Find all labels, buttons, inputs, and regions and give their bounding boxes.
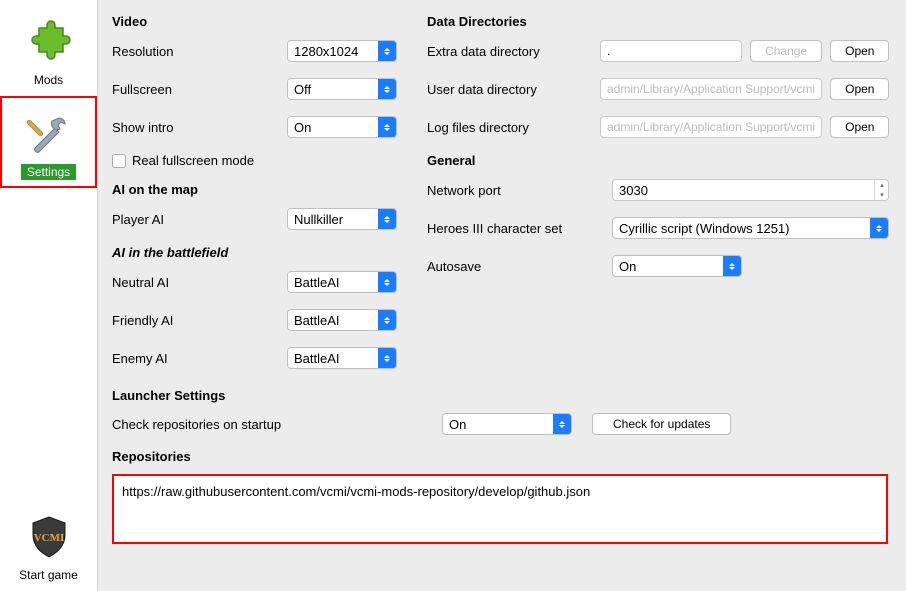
chevron-updown-icon [378, 348, 396, 368]
main-panel: Video Resolution 1280x1024 Fullscreen Of… [98, 0, 906, 591]
check-repos-select[interactable]: On [442, 413, 572, 435]
sidebar-item-mods[interactable]: Mods [0, 4, 97, 96]
enemy-ai-label: Enemy AI [112, 351, 287, 366]
ai-map-title: AI on the map [112, 182, 397, 197]
port-stepper[interactable]: ▴ ▾ [874, 180, 888, 200]
sidebar-item-start-game[interactable]: VCMI Start game [0, 499, 97, 591]
sidebar-item-label: Settings [21, 164, 76, 180]
neutral-ai-select[interactable]: BattleAI [287, 271, 397, 293]
extra-dir-input[interactable]: . [600, 40, 742, 62]
fullscreen-label: Fullscreen [112, 82, 287, 97]
open-button-log[interactable]: Open [830, 116, 889, 138]
check-repos-label: Check repositories on startup [112, 417, 422, 432]
tools-icon [19, 106, 79, 162]
log-dir-label: Log files directory [427, 120, 592, 135]
chevron-updown-icon [870, 218, 888, 238]
svg-text:VCMI: VCMI [33, 532, 64, 544]
neutral-ai-label: Neutral AI [112, 275, 287, 290]
open-button-extra[interactable]: Open [830, 40, 889, 62]
real-fullscreen-label: Real fullscreen mode [132, 153, 254, 168]
sidebar-item-label: Start game [13, 567, 84, 583]
chevron-updown-icon [378, 41, 396, 61]
general-title: General [427, 153, 889, 168]
charset-select[interactable]: Cyrillic script (Windows 1251) [612, 217, 889, 239]
sidebar-item-settings[interactable]: Settings [0, 96, 97, 188]
video-title: Video [112, 14, 397, 29]
enemy-ai-select[interactable]: BattleAI [287, 347, 397, 369]
chevron-down-icon: ▾ [875, 190, 888, 200]
launcher-title: Launcher Settings [112, 388, 888, 403]
real-fullscreen-checkbox[interactable] [112, 154, 126, 168]
data-dirs-title: Data Directories [427, 14, 889, 29]
user-dir-label: User data directory [427, 82, 592, 97]
network-port-label: Network port [427, 183, 612, 198]
friendly-ai-label: Friendly AI [112, 313, 287, 328]
puzzle-icon [19, 14, 79, 70]
fullscreen-select[interactable]: Off [287, 78, 397, 100]
user-dir-input: admin/Library/Application Support/vcmi [600, 78, 822, 100]
chevron-up-icon: ▴ [875, 180, 888, 190]
extra-dir-label: Extra data directory [427, 44, 592, 59]
chevron-updown-icon [378, 272, 396, 292]
player-ai-label: Player AI [112, 212, 287, 227]
autosave-select[interactable]: On [612, 255, 742, 277]
sidebar-item-label: Mods [28, 72, 69, 88]
chevron-updown-icon [378, 117, 396, 137]
chevron-updown-icon [378, 209, 396, 229]
open-button-user[interactable]: Open [830, 78, 889, 100]
player-ai-select[interactable]: Nullkiller [287, 208, 397, 230]
change-button: Change [750, 40, 822, 62]
chevron-updown-icon [378, 310, 396, 330]
chevron-updown-icon [723, 256, 741, 276]
shield-icon: VCMI [19, 509, 79, 565]
log-dir-input: admin/Library/Application Support/vcmi [600, 116, 822, 138]
network-port-input[interactable]: 3030 ▴ ▾ [612, 179, 889, 201]
check-updates-button[interactable]: Check for updates [592, 413, 731, 435]
resolution-select[interactable]: 1280x1024 [287, 40, 397, 62]
resolution-label: Resolution [112, 44, 287, 59]
friendly-ai-select[interactable]: BattleAI [287, 309, 397, 331]
repos-title: Repositories [112, 449, 888, 464]
chevron-updown-icon [553, 414, 571, 434]
show-intro-select[interactable]: On [287, 116, 397, 138]
chevron-updown-icon [378, 79, 396, 99]
ai-battle-title: AI in the battlefield [112, 245, 397, 260]
sidebar: Mods Settings VCMI Start game [0, 0, 98, 591]
show-intro-label: Show intro [112, 120, 287, 135]
autosave-label: Autosave [427, 259, 612, 274]
charset-label: Heroes III character set [427, 221, 612, 236]
repos-textarea[interactable]: https://raw.githubusercontent.com/vcmi/v… [112, 474, 888, 544]
